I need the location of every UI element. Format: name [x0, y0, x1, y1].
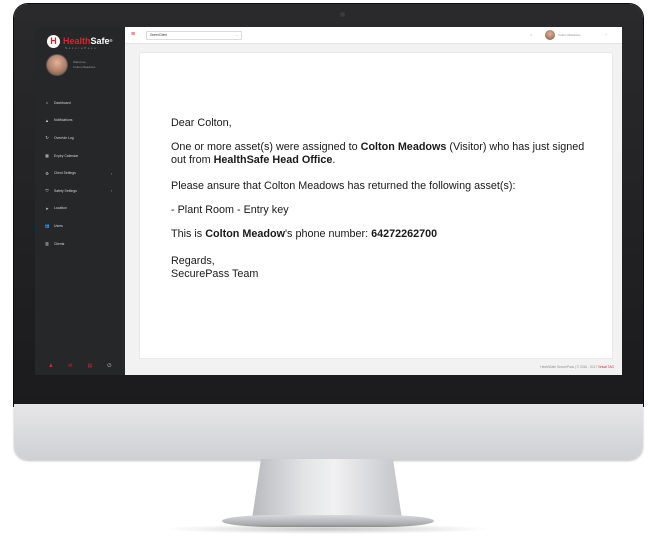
- power-icon[interactable]: ⏻: [107, 363, 111, 369]
- email-text: 's phone number:: [284, 228, 372, 240]
- email-paragraph-assets: One or more asset(s) were assigned to Co…: [171, 141, 591, 167]
- email-site-name: HealthSafe Head Office: [213, 154, 333, 166]
- site-select[interactable]: GreenClient ⌄: [146, 31, 242, 40]
- email-person-name: Colton Meadow: [205, 228, 285, 240]
- app-screen: H HealthSafe® SecurePass Welcome, Colton…: [35, 27, 622, 375]
- sidebar-item-label: Safety Settings: [54, 188, 77, 193]
- home-icon: ⌂: [45, 100, 49, 106]
- chat-icon[interactable]: ✉: [68, 363, 72, 369]
- sidebar-item-notifications[interactable]: ▲ Notifications: [41, 112, 125, 130]
- user-profile[interactable]: Welcome, Colton Meadows: [46, 54, 118, 76]
- sidebar-item-clients[interactable]: ▥ Clients: [41, 235, 125, 253]
- copyright-text: HealthSafe SecurePass | © 2016 - 2017: [540, 365, 598, 369]
- sidebar-footer: ♟ ✉ ▤ ⏻: [35, 357, 125, 375]
- sidebar-item-client-settings[interactable]: ⚙ Client Settings ›: [41, 164, 125, 182]
- chevron-right-icon: ›: [111, 170, 113, 176]
- brand-registered: ®: [109, 38, 113, 43]
- email-greeting: Dear Colton,: [171, 117, 232, 129]
- monitor-chin: [14, 404, 643, 460]
- email-preview-card: Dear Colton, One or more asset(s) were a…: [139, 52, 613, 359]
- sidebar-item-users[interactable]: 👥 Users: [41, 217, 125, 235]
- users-icon: 👥: [44, 223, 50, 229]
- sidebar-nav: ⌂ Dashboard ▲ Notifications ↻ Override L…: [41, 94, 125, 252]
- top-bar: ≡ GreenClient ⌄ ⌕ Colton Meadows ⌄: [125, 27, 622, 44]
- floor-shadow: [160, 524, 492, 534]
- email-text: .: [332, 154, 336, 166]
- brand-name-health: Health: [63, 36, 91, 46]
- sidebar: H HealthSafe® SecurePass Welcome, Colton…: [35, 27, 125, 375]
- sidebar-item-label: Dashboard: [54, 100, 71, 105]
- email-closing: Regards,: [171, 255, 215, 267]
- location-arrow-icon: ➤: [45, 205, 49, 211]
- topbar-user-name[interactable]: Colton Meadows: [558, 33, 580, 37]
- email-signature: SecurePass Team: [171, 268, 259, 280]
- bell-icon: ▲: [45, 117, 49, 123]
- shield-icon: ⛉: [45, 188, 49, 194]
- email-text: One or more asset(s) were assigned to: [171, 141, 361, 153]
- sidebar-item-override-log[interactable]: ↻ Override Log: [41, 129, 125, 147]
- sidebar-item-label: Clients: [54, 241, 65, 246]
- footer-copyright: HealthSafe SecurePass | © 2016 - 2017 Vi…: [540, 365, 614, 369]
- gear-icon: ⚙: [45, 170, 49, 176]
- profile-user-name: Colton Meadows: [73, 65, 96, 69]
- sidebar-item-dashboard[interactable]: ⌂ Dashboard: [41, 94, 125, 112]
- chevron-down-icon[interactable]: ⌄: [605, 32, 608, 36]
- sidebar-item-label: Users: [54, 223, 63, 228]
- monitor-stand-neck: [252, 459, 402, 519]
- site-select-value: GreenClient: [150, 33, 168, 37]
- virtual-tag-link[interactable]: Virtual TAG: [598, 365, 614, 369]
- chevron-right-icon: ›: [111, 188, 113, 194]
- chevron-down-icon: ⌄: [235, 33, 238, 37]
- table-icon[interactable]: ▤: [88, 363, 93, 369]
- calendar-icon: ▦: [45, 153, 49, 159]
- profile-text: Welcome, Colton Meadows: [73, 60, 95, 70]
- email-body: Dear Colton, One or more asset(s) were a…: [171, 117, 591, 281]
- sidebar-item-label: Expiry Calendar: [54, 153, 79, 158]
- sidebar-item-label: Location: [54, 206, 67, 211]
- email-phone-number: 64272262700: [371, 228, 438, 240]
- brand-name: HealthSafe®: [63, 36, 112, 46]
- sidebar-item-label: Notifications: [54, 118, 73, 123]
- sidebar-item-safety-settings[interactable]: ⛉ Safety Settings ›: [41, 182, 125, 200]
- search-icon[interactable]: ⌕: [530, 32, 532, 37]
- camera-icon: [340, 12, 345, 17]
- sidebar-item-label: Override Log: [54, 135, 74, 140]
- menu-toggle-icon[interactable]: ≡: [131, 31, 137, 38]
- user-icon[interactable]: ♟: [49, 363, 53, 369]
- brand-subtitle: SecurePass: [65, 46, 98, 50]
- refresh-icon: ↻: [45, 135, 49, 141]
- sidebar-item-label: Client Settings: [54, 171, 76, 176]
- healthsafe-logo-icon: H: [47, 34, 60, 48]
- avatar[interactable]: [545, 30, 555, 40]
- brand-name-safe: Safe: [90, 36, 110, 46]
- avatar: [46, 54, 68, 76]
- email-person-name: Colton Meadows: [360, 141, 447, 153]
- email-paragraph-instruction: Please ansure that Colton Meadows has re…: [171, 180, 516, 192]
- email-paragraph-phone: This is Colton Meadow's phone number: 64…: [171, 228, 591, 241]
- email-text: This is: [171, 228, 206, 240]
- sidebar-item-expiry-calendar[interactable]: ▦ Expiry Calendar: [41, 147, 125, 165]
- sidebar-item-location[interactable]: ➤ Location: [41, 200, 125, 218]
- email-asset-list-item: - Plant Room - Entry key: [171, 204, 289, 216]
- building-icon: ▥: [45, 241, 49, 247]
